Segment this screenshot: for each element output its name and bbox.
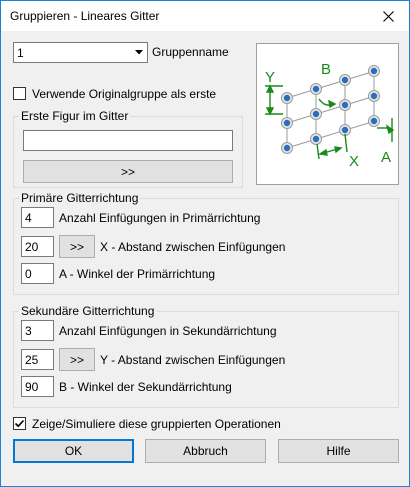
close-button[interactable]: [373, 4, 403, 28]
primary-distance-label: X - Abstand zwischen Einfügungen: [100, 240, 286, 254]
primary-count-input[interactable]: 4: [21, 207, 54, 228]
show-simulate-checkbox[interactable]: [13, 417, 26, 430]
primary-title: Primäre Gitterrichtung: [19, 191, 141, 205]
group-select-value: 1: [17, 46, 24, 60]
checkmark-icon: [14, 419, 25, 428]
preview-y-label: Y: [265, 69, 275, 86]
grid-point: [283, 94, 291, 102]
use-original-checkbox[interactable]: [13, 87, 26, 100]
first-figure-input[interactable]: [23, 130, 233, 151]
chevron-down-icon[interactable]: [130, 43, 147, 62]
grid-point: [370, 117, 378, 125]
window-title: Gruppieren - Lineares Gitter: [10, 9, 160, 23]
grid-point: [370, 67, 378, 75]
grid-point: [312, 85, 320, 93]
preview-a-label: A: [381, 149, 391, 166]
show-simulate-label: Zeige/Simuliere diese gruppierten Operat…: [32, 417, 281, 431]
primary-angle-input[interactable]: 0: [21, 263, 54, 284]
preview-b-label: B: [321, 61, 331, 78]
grid-point: [312, 135, 320, 143]
grid-point: [341, 126, 349, 134]
grid-point: [341, 76, 349, 84]
secondary-angle-input[interactable]: 90: [21, 376, 54, 397]
secondary-angle-label: B - Winkel der Sekundärrichtung: [59, 380, 232, 394]
grid-point: [370, 92, 378, 100]
grid-point: [283, 119, 291, 127]
primary-angle-label: A - Winkel der Primärrichtung: [59, 267, 216, 281]
title-bar: Gruppieren - Lineares Gitter: [1, 1, 409, 31]
group-name-label: Gruppenname: [152, 45, 229, 59]
secondary-count-input[interactable]: 3: [21, 320, 54, 341]
secondary-distance-label: Y - Abstand zwischen Einfügungen: [100, 353, 286, 367]
grid-point: [341, 101, 349, 109]
group-select[interactable]: 1: [13, 42, 148, 63]
grid-preview: Y B X A: [256, 43, 399, 185]
close-icon: [382, 10, 394, 22]
first-figure-title: Erste Figur im Gitter: [19, 109, 131, 123]
ok-button[interactable]: OK: [13, 439, 134, 463]
secondary-count-label: Anzahl Einfügungen in Sekundärrichtung: [59, 324, 277, 338]
grid-diagram: Y B X A: [265, 61, 395, 170]
cancel-button[interactable]: Abbruch: [145, 439, 266, 463]
dialog-window: Gruppieren - Lineares Gitter 1 Gruppenna…: [0, 0, 410, 487]
first-figure-select-button[interactable]: >>: [23, 160, 233, 183]
grid-point: [312, 110, 320, 118]
secondary-distance-pick-button[interactable]: >>: [59, 348, 95, 371]
use-original-label: Verwende Originalgruppe als erste: [32, 87, 217, 101]
secondary-title: Sekundäre Gitterrichtung: [19, 304, 157, 318]
help-button[interactable]: Hilfe: [278, 439, 399, 463]
primary-count-label: Anzahl Einfügungen in Primärrichtung: [59, 211, 261, 225]
primary-distance-pick-button[interactable]: >>: [59, 235, 95, 258]
grid-point: [283, 144, 291, 152]
primary-distance-input[interactable]: 20: [21, 236, 54, 257]
secondary-distance-input[interactable]: 25: [21, 349, 54, 370]
preview-x-label: X: [349, 153, 359, 170]
